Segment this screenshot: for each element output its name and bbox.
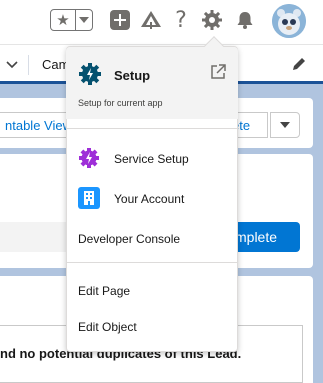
- menu-item-your-account[interactable]: Your Account: [114, 192, 184, 206]
- help-icon[interactable]: ?: [169, 8, 193, 33]
- service-setup-icon: [78, 147, 100, 169]
- chevron-down-icon[interactable]: [76, 10, 92, 30]
- setup-subtitle: Setup for current app: [78, 98, 163, 108]
- list-view-label: ntable View: [5, 118, 72, 133]
- menu-item-edit-page[interactable]: Edit Page: [78, 284, 130, 298]
- menu-item-service-setup[interactable]: Service Setup: [114, 152, 189, 166]
- nav-divider: [28, 55, 29, 75]
- menu-divider: [66, 262, 238, 263]
- menu-divider: [66, 128, 238, 129]
- external-link-icon[interactable]: [210, 64, 228, 82]
- add-icon[interactable]: [108, 8, 132, 32]
- global-header: ★ ?: [0, 0, 323, 44]
- more-actions-button[interactable]: [270, 112, 300, 138]
- favorites-group[interactable]: ★: [50, 9, 93, 31]
- edit-nav-icon[interactable]: [292, 57, 306, 74]
- trailhead-icon[interactable]: [139, 8, 163, 32]
- list-view-button[interactable]: ntable View: [0, 112, 72, 138]
- gear-icon[interactable]: [200, 8, 224, 32]
- complete-label: mplete: [235, 229, 278, 245]
- avatar[interactable]: [272, 4, 306, 38]
- account-icon: [78, 187, 100, 209]
- bell-icon[interactable]: [233, 8, 257, 32]
- setup-title[interactable]: Setup: [114, 68, 150, 83]
- setup-gear-icon: [78, 62, 102, 86]
- menu-item-edit-object[interactable]: Edit Object: [78, 320, 137, 334]
- star-icon[interactable]: ★: [51, 10, 76, 30]
- menu-item-developer-console[interactable]: Developer Console: [78, 232, 180, 246]
- chevron-down-icon[interactable]: [6, 57, 18, 72]
